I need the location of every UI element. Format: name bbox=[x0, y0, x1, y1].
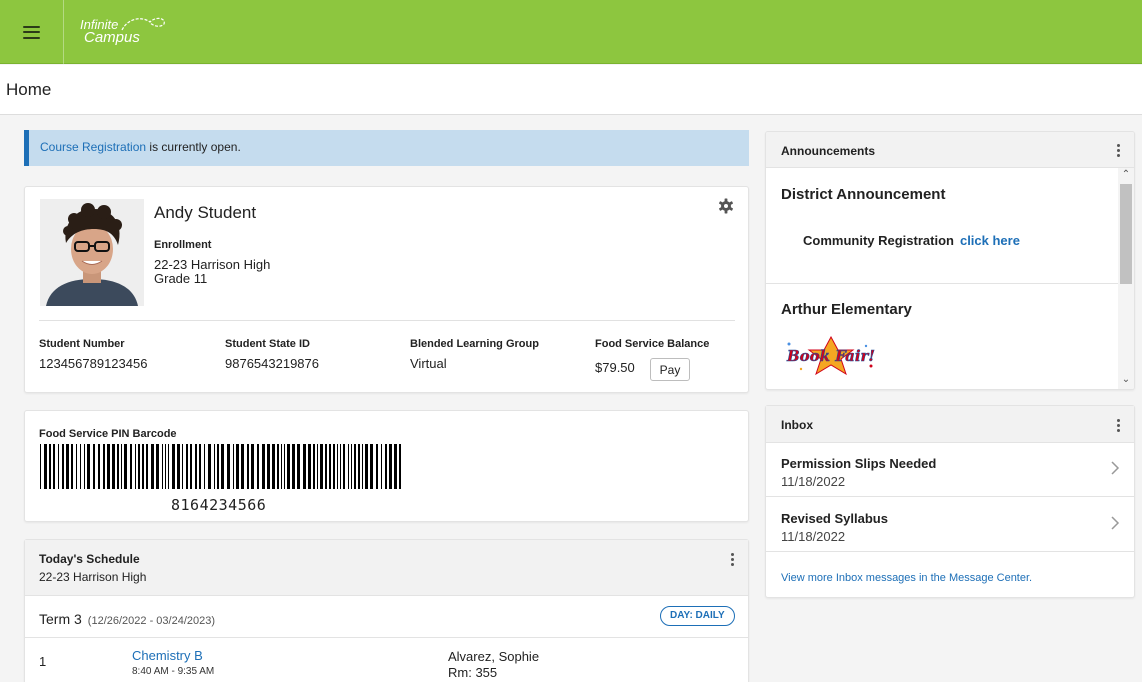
field-label: Student Number bbox=[39, 338, 125, 350]
field-label: Blended Learning Group bbox=[410, 338, 539, 350]
term-dates: (12/26/2022 - 03/24/2023) bbox=[87, 615, 216, 627]
announcement-text: Community Registration click here bbox=[803, 233, 1020, 248]
student-state-id-field: Student State ID 9876543219876 bbox=[225, 338, 319, 371]
pay-button[interactable]: Pay bbox=[650, 358, 690, 381]
announcements-header: Announcements bbox=[766, 132, 1134, 168]
scroll-down-icon[interactable]: ⌄ bbox=[1118, 374, 1134, 385]
chevron-right-icon bbox=[1111, 461, 1120, 475]
inbox-message[interactable]: Revised Syllabus 11/18/2022 bbox=[766, 498, 1134, 552]
period-number: 1 bbox=[39, 654, 47, 669]
enrollment-label: Enrollment bbox=[154, 239, 212, 251]
term-name: Term 3 (12/26/2022 - 03/24/2023) bbox=[39, 611, 215, 627]
chevron-right-icon bbox=[1111, 516, 1120, 530]
enrollment-school: 22-23 Harrison High bbox=[154, 257, 271, 272]
click-here-link[interactable]: click here bbox=[960, 233, 1020, 248]
student-photo bbox=[40, 199, 144, 306]
term-label: Term 3 bbox=[39, 611, 82, 627]
class-link[interactable]: Chemistry B bbox=[132, 648, 203, 663]
day-badge: DAY: DAILY bbox=[660, 606, 735, 626]
infinite-campus-logo: Infinite Campus bbox=[80, 17, 165, 45]
announcement-divider bbox=[766, 283, 1118, 284]
term-row: Term 3 (12/26/2022 - 03/24/2023) DAY: DAI… bbox=[25, 596, 748, 638]
announcement-title: District Announcement bbox=[781, 186, 946, 203]
message-date: 11/18/2022 bbox=[781, 474, 846, 489]
course-registration-link[interactable]: Course Registration bbox=[40, 140, 146, 154]
course-registration-banner: Course Registration is currently open. bbox=[24, 130, 749, 166]
gear-icon[interactable] bbox=[718, 198, 734, 214]
student-number-field: Student Number 123456789123456 bbox=[39, 338, 147, 371]
teacher-name: Alvarez, Sophie bbox=[448, 649, 540, 664]
field-label: Student State ID bbox=[225, 338, 310, 350]
class-time: 8:40 AM - 9:35 AM bbox=[132, 666, 215, 677]
blended-learning-group-field: Blended Learning Group Virtual bbox=[410, 338, 539, 371]
book-fair-text: Book Fair! bbox=[786, 347, 875, 365]
student-name: Andy Student bbox=[154, 203, 257, 222]
page-title: Home bbox=[6, 80, 52, 99]
announcements-card: Announcements District Announcement Comm… bbox=[765, 131, 1135, 390]
announcement-title: Arthur Elementary bbox=[781, 301, 912, 318]
enrollment-grade: Grade 11 bbox=[154, 271, 208, 286]
message-subject: Permission Slips Needed bbox=[781, 456, 937, 471]
announcement-body: Community Registration bbox=[803, 233, 954, 248]
kebab-icon[interactable] bbox=[1112, 417, 1124, 433]
barcode-label: Food Service PIN Barcode bbox=[39, 428, 177, 440]
message-date: 11/18/2022 bbox=[781, 529, 846, 544]
student-profile-card: Andy Student Enrollment 22-23 Harrison H… bbox=[24, 186, 749, 393]
scrollbar-thumb[interactable] bbox=[1120, 184, 1132, 284]
food-service-barcode-card: Food Service PIN Barcode 8164234566 bbox=[24, 410, 749, 522]
inbox-header: Inbox bbox=[766, 406, 1134, 443]
profile-divider bbox=[39, 320, 735, 321]
inbox-title: Inbox bbox=[781, 418, 813, 432]
barcode-number: 8164234566 bbox=[171, 496, 267, 514]
top-bar: Infinite Campus bbox=[0, 0, 1142, 64]
book-fair-image: Book Fair! bbox=[786, 336, 875, 376]
announcements-scrollbar[interactable]: ⌃ ⌄ bbox=[1118, 168, 1134, 389]
field-value: Virtual bbox=[410, 356, 447, 371]
menu-button[interactable] bbox=[0, 0, 64, 64]
logo-swoosh-icon bbox=[121, 17, 165, 31]
todays-schedule-card: Today's Schedule 22-23 Harrison High Ter… bbox=[24, 539, 749, 682]
hamburger-icon bbox=[23, 25, 40, 39]
field-label: Food Service Balance bbox=[595, 338, 710, 350]
banner-text: is currently open. bbox=[146, 140, 241, 154]
announcements-title: Announcements bbox=[781, 144, 876, 158]
schedule-title: Today's Schedule bbox=[39, 552, 140, 566]
page-header: Home bbox=[0, 65, 1142, 115]
field-value: 9876543219876 bbox=[225, 356, 319, 371]
inbox-message[interactable]: Permission Slips Needed 11/18/2022 bbox=[766, 443, 1134, 497]
room-number: Rm: 355 bbox=[448, 665, 498, 680]
barcode-image bbox=[40, 444, 401, 489]
schedule-header: Today's Schedule 22-23 Harrison High bbox=[25, 540, 748, 596]
scroll-up-icon[interactable]: ⌃ bbox=[1118, 169, 1134, 180]
inbox-card: Inbox Permission Slips Needed 11/18/2022… bbox=[765, 405, 1135, 598]
kebab-icon[interactable] bbox=[1112, 142, 1124, 158]
kebab-icon[interactable] bbox=[726, 551, 738, 567]
schedule-school: 22-23 Harrison High bbox=[39, 570, 147, 584]
field-value: 123456789123456 bbox=[39, 356, 148, 371]
message-center-link[interactable]: View more Inbox messages in the Message … bbox=[781, 572, 1032, 584]
message-subject: Revised Syllabus bbox=[781, 511, 888, 526]
